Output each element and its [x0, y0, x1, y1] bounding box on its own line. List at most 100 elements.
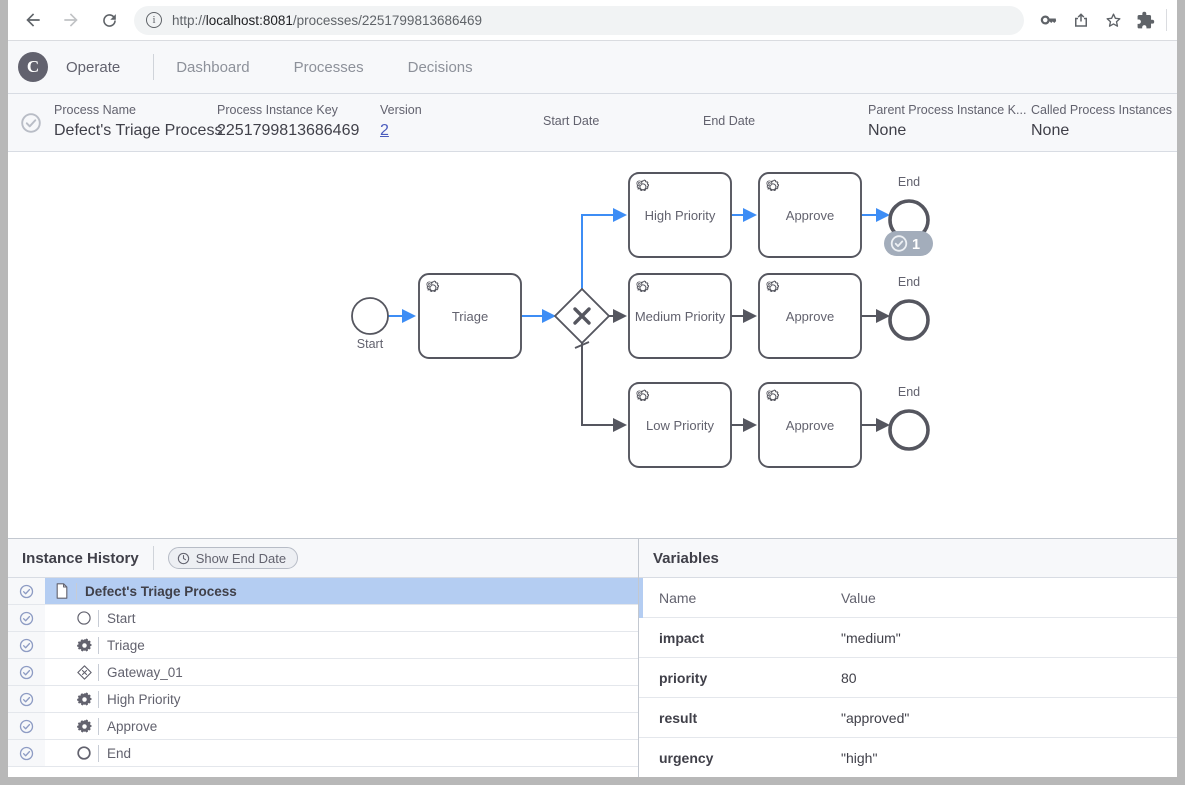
- field-process-instance-key: Process Instance Key 2251799813686469: [217, 103, 380, 142]
- history-row-approve[interactable]: Approve: [8, 713, 638, 740]
- camunda-logo[interactable]: C: [18, 52, 48, 82]
- field-value: Defect's Triage Process: [54, 122, 223, 139]
- toggle-label: Show End Date: [195, 550, 287, 566]
- row-separator: [98, 744, 99, 762]
- show-end-date-toggle[interactable]: Show End Date: [167, 547, 299, 569]
- history-row-label: Approve: [107, 718, 158, 734]
- row-separator: [98, 609, 99, 627]
- instance-history-panel: Instance History Show End Date Defect's …: [8, 539, 639, 777]
- bpmn-node-medium-priority[interactable]: Medium Priority: [628, 273, 732, 359]
- check-circle-icon: [19, 584, 34, 598]
- field-called-process-instances: Called Process Instances None: [1031, 103, 1172, 142]
- check-circle-icon: [19, 719, 34, 733]
- reload-icon: [102, 13, 116, 27]
- field-value: 2251799813686469: [217, 122, 360, 139]
- history-row-label: End: [107, 745, 132, 761]
- variable-row-priority[interactable]: priority 80: [639, 658, 1177, 698]
- bpmn-node-end-high[interactable]: End 1: [884, 175, 933, 256]
- bpmn-node-approve-high[interactable]: Approve: [758, 172, 862, 258]
- node-label: High Priority: [645, 208, 716, 223]
- service-task-icon: [73, 637, 95, 653]
- variables-table[interactable]: Name Value impact "medium" priority 80 r…: [639, 578, 1177, 777]
- column-header-value: Value: [841, 589, 876, 606]
- header-divider: [152, 546, 154, 570]
- row-state: [8, 686, 45, 713]
- history-row-high-priority[interactable]: High Priority: [8, 686, 638, 713]
- url-text: http://localhost:8081/processes/22517998…: [172, 13, 482, 28]
- bottom-panels: Instance History Show End Date Defect's …: [8, 538, 1177, 777]
- instance-history-header: Instance History Show End Date: [8, 539, 638, 578]
- main-nav: Dashboard Processes Decisions: [154, 59, 494, 76]
- variables-table-header: Name Value: [639, 578, 1177, 618]
- nav-processes[interactable]: Processes: [272, 59, 386, 76]
- variable-value: "high": [841, 749, 878, 766]
- variables-header: Variables: [639, 539, 1177, 578]
- flow-gateway-high: [581, 208, 627, 289]
- field-value: None: [868, 122, 907, 139]
- bpmn-node-approve-low[interactable]: Approve: [758, 382, 862, 468]
- check-circle-icon: [19, 665, 34, 679]
- browser-toolbar: i http://localhost:8081/processes/225179…: [8, 0, 1177, 41]
- arrow-right-icon: [64, 13, 78, 27]
- row-state: [8, 632, 45, 659]
- version-link[interactable]: 2: [380, 122, 389, 139]
- panel-accent-stripe: [639, 578, 643, 618]
- row-separator: [98, 663, 99, 681]
- bpmn-node-end-low[interactable]: End: [888, 385, 930, 451]
- reload-button[interactable]: [92, 3, 126, 37]
- bpmn-diagram[interactable]: Start Triage High Priority Approve End 1…: [8, 152, 1177, 538]
- bpmn-node-low-priority[interactable]: Low Priority: [628, 382, 732, 468]
- flow-gateway-low: [581, 343, 627, 432]
- bpmn-node-start[interactable]: Start: [351, 297, 389, 351]
- arrow-left-icon: [26, 13, 40, 27]
- service-task-icon: [73, 718, 95, 734]
- bpmn-node-gateway[interactable]: [554, 288, 610, 344]
- bpmn-node-end-medium[interactable]: End: [888, 275, 930, 341]
- toolbar-divider: [1166, 9, 1167, 31]
- field-start-date: Start Date: [543, 114, 703, 131]
- history-row-label: Gateway_01: [107, 664, 183, 680]
- node-label: Low Priority: [646, 418, 714, 433]
- field-label: Called Process Instances: [1031, 103, 1173, 117]
- start-event-icon: [73, 610, 95, 626]
- bpmn-node-high-priority[interactable]: High Priority: [628, 172, 732, 258]
- row-separator: [98, 636, 99, 654]
- instance-count-badge[interactable]: 1: [884, 231, 933, 256]
- back-button[interactable]: [16, 3, 50, 37]
- bookmark-star-icon[interactable]: [1098, 5, 1128, 35]
- browser-window: i http://localhost:8081/processes/225179…: [0, 0, 1185, 785]
- password-key-icon[interactable]: [1034, 5, 1064, 35]
- history-row-gateway[interactable]: Gateway_01: [8, 659, 638, 686]
- brand-name[interactable]: Operate: [66, 59, 120, 76]
- bpmn-node-triage[interactable]: Triage: [418, 273, 522, 359]
- address-bar[interactable]: i http://localhost:8081/processes/225179…: [134, 5, 1024, 35]
- nav-decisions[interactable]: Decisions: [386, 59, 495, 76]
- row-state: [8, 740, 45, 767]
- node-label: End: [898, 385, 920, 399]
- exclusive-gateway-icon: [73, 664, 95, 681]
- variables-panel: Variables Name Value impact "medium" pri…: [639, 539, 1177, 777]
- history-row-triage[interactable]: Triage: [8, 632, 638, 659]
- instance-history-tree[interactable]: Defect's Triage Process Start Triage Gat…: [8, 578, 638, 777]
- extensions-puzzle-icon[interactable]: [1130, 5, 1160, 35]
- history-row-end[interactable]: End: [8, 740, 638, 767]
- variable-value: "approved": [841, 709, 910, 726]
- clock-icon: [177, 552, 189, 564]
- field-label: Version: [380, 103, 422, 117]
- variable-value: 80: [841, 669, 857, 686]
- node-label: Approve: [786, 418, 834, 433]
- variable-row-result[interactable]: result "approved": [639, 698, 1177, 738]
- node-label: Medium Priority: [635, 309, 726, 324]
- bpmn-node-approve-medium[interactable]: Approve: [758, 273, 862, 359]
- row-separator: [76, 582, 77, 600]
- site-info-icon[interactable]: i: [146, 12, 162, 28]
- share-icon[interactable]: [1066, 5, 1096, 35]
- history-row-process[interactable]: Defect's Triage Process: [8, 578, 638, 605]
- history-row-start[interactable]: Start: [8, 605, 638, 632]
- nav-dashboard[interactable]: Dashboard: [154, 59, 271, 76]
- variable-row-impact[interactable]: impact "medium": [639, 618, 1177, 658]
- variable-row-urgency[interactable]: urgency "high": [639, 738, 1177, 777]
- instance-header: Process Name Defect's Triage Process Pro…: [8, 94, 1177, 152]
- forward-button[interactable]: [54, 3, 88, 37]
- badge-count: 1: [912, 237, 920, 253]
